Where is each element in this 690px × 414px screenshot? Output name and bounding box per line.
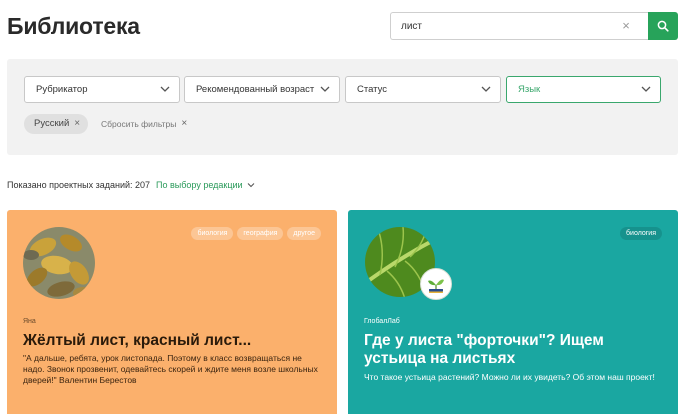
tag[interactable]: другое [287,227,321,240]
close-icon[interactable]: × [74,114,80,134]
reset-filters-label: Сбросить фильтры [101,118,177,129]
card-title[interactable]: Жёлтый лист, красный лист... [23,332,323,350]
close-icon[interactable]: × [181,118,187,129]
card-author: Яна [23,318,36,325]
sprout-icon [428,279,444,293]
sort-label: По выбору редакции [156,180,243,190]
card-author: ГлобалЛаб [364,318,400,325]
chevron-down-icon [247,183,254,188]
page-title: Библиотека [7,13,140,39]
filter-status-dropdown[interactable]: Статус [345,76,501,103]
search-button[interactable] [648,12,678,40]
chevron-down-icon [641,86,651,92]
card-title[interactable]: Где у листа "форточки"? Ищем устьица на … [364,332,664,368]
tag-list: биология география другое [191,227,321,240]
globallab-logo [420,268,452,300]
chip-label: Русский [34,118,70,129]
project-card[interactable]: биология ГлобалЛаб Где у листа "форточки… [348,210,678,414]
clear-search-icon[interactable]: × [618,18,634,34]
filter-age-dropdown[interactable]: Рекомендованный возраст [184,76,340,103]
sort-dropdown[interactable]: По выбору редакции [156,180,255,190]
results-count: Показано проектных заданий: 207 [7,180,151,190]
card-description: "А дальше, ребята, урок листопада. Поэто… [23,353,318,385]
card-description: Что такое устьица растений? Можно ли их … [364,372,655,382]
dropdown-label: Статус [357,84,388,95]
card-image [23,227,95,299]
chevron-down-icon [481,86,491,92]
filter-rubricator-dropdown[interactable]: Рубрикатор [24,76,180,103]
project-card[interactable]: биология география другое Яна Жёлтый лис… [7,210,337,414]
chevron-down-icon [320,86,330,92]
tag[interactable]: биология [620,227,662,240]
dropdown-label: Рубрикатор [36,84,88,95]
dropdown-label: Рекомендованный возраст [196,84,315,95]
tag-list: биология [620,227,662,240]
search-bar: × [390,12,678,40]
filter-language-dropdown[interactable]: Язык [506,76,661,103]
results-summary: Показано проектных заданий: 207 По выбор… [7,180,255,190]
chevron-down-icon [160,86,170,92]
search-icon [657,20,669,32]
tag[interactable]: география [237,227,284,240]
search-input[interactable] [390,12,648,40]
dropdown-label: Язык [518,84,541,95]
tag[interactable]: биология [191,227,234,240]
reset-filters-link[interactable]: Сбросить фильтры × [101,118,187,129]
filter-panel: Рубрикатор Рекомендованный возраст Стату… [7,59,678,155]
active-filter-chip: Русский × [24,114,89,134]
